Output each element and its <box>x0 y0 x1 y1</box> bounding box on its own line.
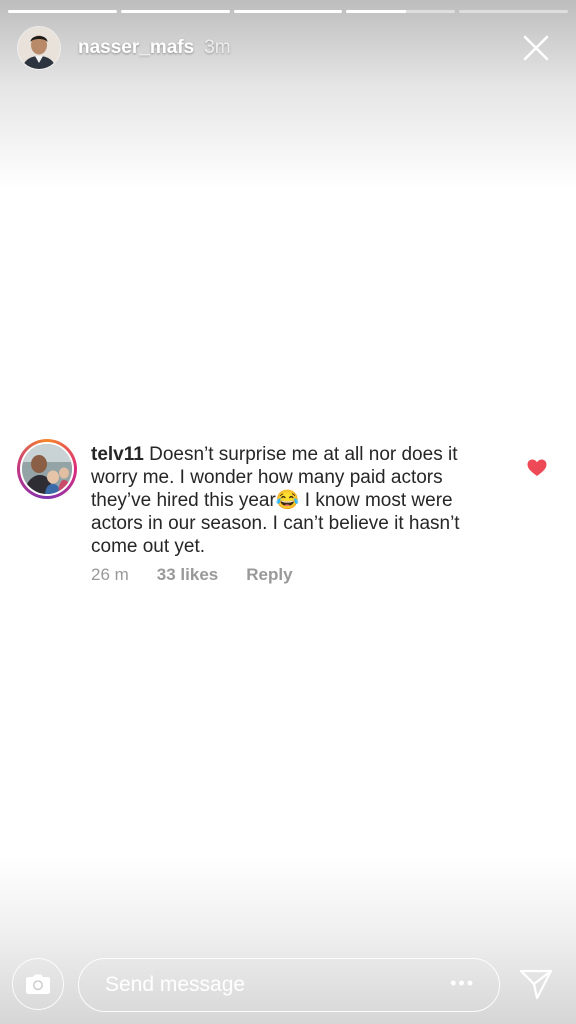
close-button[interactable] <box>520 32 552 64</box>
comment-likes[interactable]: 33 likes <box>157 565 218 585</box>
story-header: nasser_mafs 3m <box>18 26 562 70</box>
send-icon <box>519 969 553 1000</box>
commenter-avatar[interactable] <box>17 439 77 499</box>
laughing-emoji: 😂 <box>275 490 300 511</box>
more-options-button[interactable]: ••• <box>450 973 475 994</box>
progress-segment <box>8 10 117 13</box>
story-timestamp: 3m <box>204 37 231 58</box>
story-progress-bar <box>8 10 568 13</box>
heart-icon <box>527 459 547 476</box>
camera-button[interactable] <box>12 958 64 1010</box>
comment-text: telv11 Doesn’t surprise me at all nor do… <box>91 443 491 558</box>
message-composer: Send message ••• <box>0 956 576 1016</box>
like-button[interactable] <box>527 459 547 477</box>
comment-meta: 26 m 33 likes Reply <box>91 565 293 585</box>
progress-segment <box>346 10 456 13</box>
comment-username[interactable]: telv11 <box>91 444 144 465</box>
progress-segment <box>459 10 568 13</box>
commenter-photo <box>22 444 72 494</box>
comment-time: 26 m <box>91 565 129 584</box>
reply-button[interactable]: Reply <box>246 565 292 585</box>
camera-icon <box>26 974 50 994</box>
progress-segment <box>120 10 230 13</box>
send-button[interactable] <box>518 966 554 1002</box>
avatar-photo <box>18 27 60 69</box>
send-message-input[interactable]: Send message ••• <box>78 958 500 1012</box>
profile-avatar[interactable] <box>18 27 60 69</box>
story-username[interactable]: nasser_mafs <box>78 37 194 59</box>
progress-segment <box>233 10 343 13</box>
message-placeholder: Send message <box>105 973 246 996</box>
close-icon <box>523 35 549 61</box>
